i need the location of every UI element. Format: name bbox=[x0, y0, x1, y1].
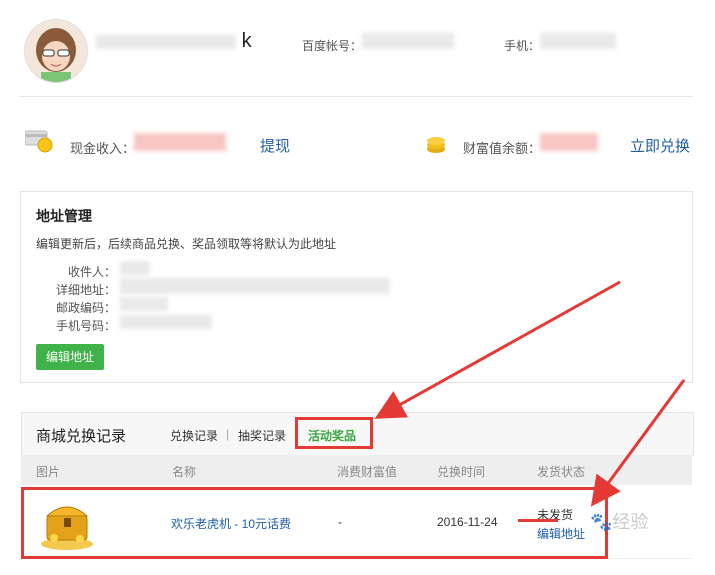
watermark-text: 🐾经验 bbox=[590, 512, 649, 532]
paw-icon: 🐾 bbox=[590, 512, 613, 532]
annotation-arrows bbox=[374, 280, 686, 507]
arrow-to-tab bbox=[374, 280, 621, 419]
arrow-to-status bbox=[590, 379, 686, 507]
